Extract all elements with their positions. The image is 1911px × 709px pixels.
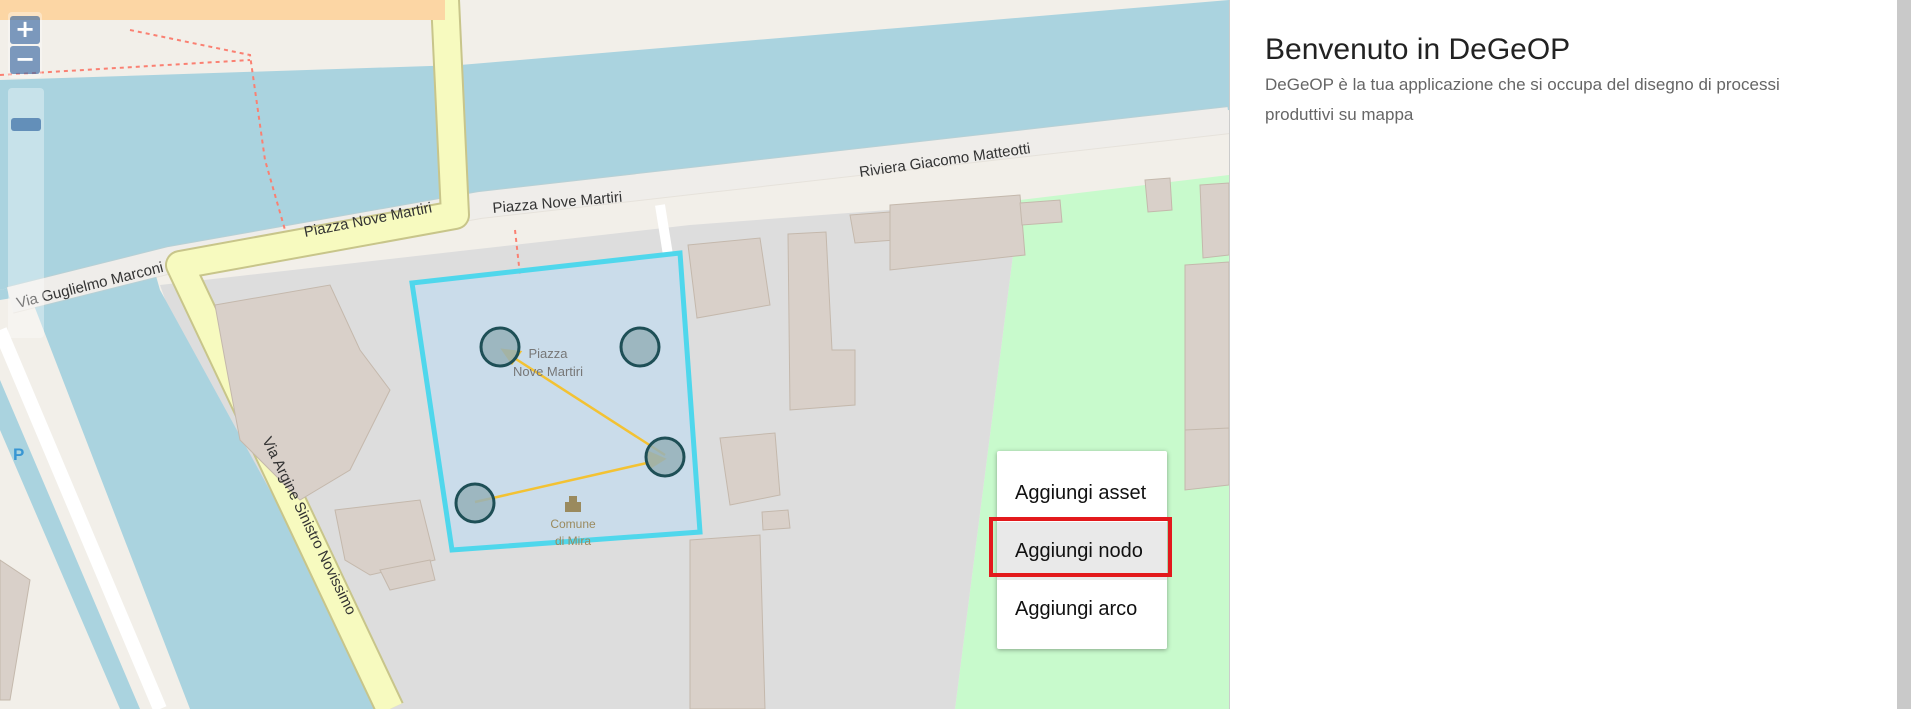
parking-icon: P <box>13 445 24 464</box>
poi-label: di Mira <box>555 534 591 548</box>
graph-node[interactable] <box>619 326 661 368</box>
panel-title: Benvenuto in DeGeOP <box>1265 33 1571 66</box>
zoom-control: + − <box>8 12 42 78</box>
poi-label: Comune <box>550 517 596 531</box>
menu-item-add-asset[interactable]: Aggiungi asset <box>997 464 1167 522</box>
menu-item-add-edge[interactable]: Aggiungi arco <box>997 580 1167 638</box>
panel-description: DeGeOP è la tua applicazione che si occu… <box>1265 75 1780 124</box>
zoom-slider-thumb[interactable] <box>11 118 41 131</box>
graph-node[interactable] <box>454 482 496 524</box>
map-view[interactable]: Piazza Nove Martiri Piazza Nove Martiri … <box>0 0 1229 709</box>
poi-label: Nove Martiri <box>513 364 583 379</box>
zoom-out-button[interactable]: − <box>10 46 40 74</box>
scrollbar[interactable] <box>1897 0 1911 709</box>
info-panel: Benvenuto in DeGeOP DeGeOP è la tua appl… <box>1230 0 1897 709</box>
poi-label: Piazza <box>528 346 568 361</box>
context-menu: Aggiungi asset Aggiungi nodo Aggiungi ar… <box>997 451 1167 649</box>
graph-node[interactable] <box>479 326 521 368</box>
graph-node[interactable] <box>644 436 686 478</box>
zoom-slider[interactable] <box>8 88 44 338</box>
zoom-in-button[interactable]: + <box>10 16 40 44</box>
menu-item-add-node[interactable]: Aggiungi nodo <box>997 522 1167 580</box>
